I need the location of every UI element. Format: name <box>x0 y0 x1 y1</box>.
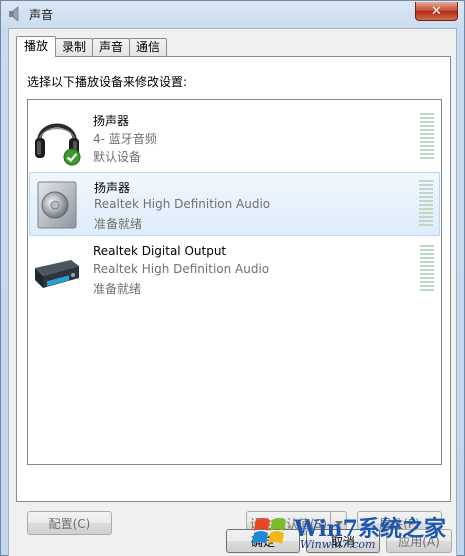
sound-dialog: 声音 ✕ 播放 录制 声音 通信 选择以下播放设备来修改设置: 扬声器 4- 蓝… <box>0 0 465 556</box>
device-status: 默认设备 <box>93 150 142 164</box>
dialog-body: 播放 录制 声音 通信 选择以下播放设备来修改设置: 扬声器 4- 蓝牙音频 默… <box>8 28 457 556</box>
instruction-text: 选择以下播放设备来修改设置: <box>27 75 188 89</box>
windows-logo-icon <box>252 518 286 544</box>
volume-meter <box>420 113 434 163</box>
device-name: Realtek Digital Output <box>93 244 227 258</box>
device-status: 准备就绪 <box>94 217 143 231</box>
window-title: 声音 <box>29 7 54 22</box>
watermark-url: Winwin7.com <box>300 538 376 551</box>
tab-communications[interactable]: 通信 <box>129 38 168 57</box>
close-icon: ✕ <box>431 3 442 19</box>
device-name: 扬声器 <box>94 181 131 195</box>
device-description: 4- 蓝牙音频 <box>93 132 157 146</box>
volume-meter <box>419 180 433 230</box>
device-list[interactable]: 扬声器 4- 蓝牙音频 默认设备 扬声器 Realtek High Defini… <box>27 99 442 465</box>
configure-button[interactable]: 配置(C) <box>27 511 112 535</box>
speaker-icon <box>37 181 77 229</box>
tab-sounds[interactable]: 声音 <box>92 38 131 57</box>
watermark: Win7系统之家 Winwin7.com <box>252 508 452 556</box>
device-status: 准备就绪 <box>93 282 142 296</box>
default-check-icon <box>63 148 81 166</box>
device-name: 扬声器 <box>93 114 130 128</box>
device-item[interactable]: 扬声器 4- 蓝牙音频 默认设备 <box>29 106 440 170</box>
device-description: Realtek High Definition Audio <box>93 262 270 276</box>
tab-playback[interactable]: 播放 <box>16 36 57 57</box>
device-item[interactable]: Realtek Digital Output Realtek High Defi… <box>29 238 440 302</box>
playback-panel: 选择以下播放设备来修改设置: 扬声器 4- 蓝牙音频 默认设备 扬声器 Real… <box>16 56 451 535</box>
volume-meter <box>420 245 434 295</box>
device-description: Realtek High Definition Audio <box>94 197 271 211</box>
title-bar[interactable]: 声音 ✕ <box>1 1 464 27</box>
tab-recording[interactable]: 录制 <box>55 38 94 57</box>
digital-output-icon <box>35 260 79 288</box>
speaker-icon <box>9 6 19 22</box>
device-item[interactable]: 扬声器 Realtek High Definition Audio 准备就绪 <box>29 172 440 236</box>
close-button[interactable]: ✕ <box>415 2 458 21</box>
tab-strip: 播放 录制 声音 通信 <box>16 36 168 57</box>
